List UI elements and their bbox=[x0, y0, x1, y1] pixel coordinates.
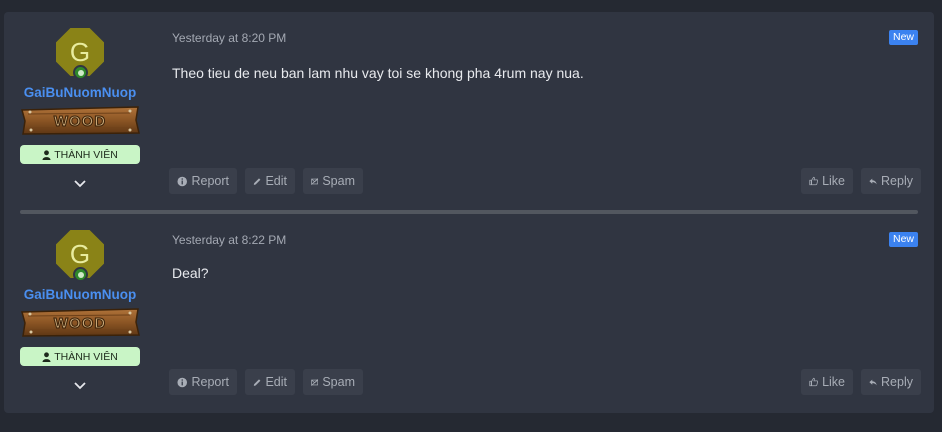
user-cell: G GaiBuNuomNuop WOOD THÀNH VIÊN bbox=[20, 214, 140, 413]
user-cell: G GaiBuNuomNuop WOOD THÀNH VIÊN bbox=[20, 12, 140, 212]
post: G GaiBuNuomNuop WOOD THÀNH VIÊN Yesterda… bbox=[4, 214, 934, 413]
pencil-icon bbox=[253, 378, 261, 386]
wood-rank-banner: WOOD bbox=[21, 308, 140, 337]
report-label: Report bbox=[191, 174, 229, 188]
reply-label: Reply bbox=[881, 375, 913, 389]
reply-label: Reply bbox=[881, 174, 913, 188]
new-badge: New bbox=[888, 232, 918, 247]
info-icon bbox=[177, 176, 187, 186]
user-icon bbox=[42, 149, 51, 160]
edit-label: Edit bbox=[265, 174, 287, 188]
role-label: THÀNH VIÊN bbox=[54, 148, 118, 161]
reply-icon bbox=[869, 379, 877, 385]
like-label: Like bbox=[822, 375, 845, 389]
edit-button[interactable]: Edit bbox=[245, 369, 295, 395]
report-button[interactable]: Report bbox=[169, 369, 237, 395]
thumbs-up-icon bbox=[809, 377, 819, 387]
spam-icon bbox=[311, 177, 319, 185]
report-label: Report bbox=[191, 375, 229, 389]
spam-icon bbox=[311, 378, 319, 386]
reply-button[interactable]: Reply bbox=[861, 369, 921, 395]
post: G GaiBuNuomNuop WOOD THÀNH VIÊN Yesterda… bbox=[4, 12, 934, 212]
post-message: Deal? bbox=[172, 265, 209, 281]
spam-label: Spam bbox=[322, 174, 355, 188]
post-message: Theo tieu de neu ban lam nhu vay toi se … bbox=[172, 65, 584, 81]
reply-icon bbox=[869, 178, 877, 184]
online-indicator-icon bbox=[73, 267, 88, 282]
report-button[interactable]: Report bbox=[169, 168, 237, 194]
role-badge: THÀNH VIÊN bbox=[20, 347, 140, 366]
edit-label: Edit bbox=[265, 375, 287, 389]
pencil-icon bbox=[253, 177, 261, 185]
rank-banner-label: WOOD bbox=[54, 315, 106, 332]
like-button[interactable]: Like bbox=[801, 369, 853, 395]
thread-posts-container: G GaiBuNuomNuop WOOD THÀNH VIÊN Yesterda… bbox=[4, 12, 934, 413]
rank-banner-label: WOOD bbox=[54, 113, 106, 130]
edit-button[interactable]: Edit bbox=[245, 168, 295, 194]
post-timestamp[interactable]: Yesterday at 8:20 PM bbox=[172, 31, 286, 45]
thumbs-up-icon bbox=[809, 176, 819, 186]
role-badge: THÀNH VIÊN bbox=[20, 145, 140, 164]
reply-button[interactable]: Reply bbox=[861, 168, 921, 194]
role-label: THÀNH VIÊN bbox=[54, 350, 118, 363]
spam-button[interactable]: Spam bbox=[303, 369, 363, 395]
chevron-down-icon[interactable] bbox=[72, 377, 88, 393]
like-button[interactable]: Like bbox=[801, 168, 853, 194]
post-timestamp[interactable]: Yesterday at 8:22 PM bbox=[172, 233, 286, 247]
new-badge: New bbox=[888, 30, 918, 45]
user-icon bbox=[42, 351, 51, 362]
online-indicator-icon bbox=[73, 65, 88, 80]
username-link[interactable]: GaiBuNuomNuop bbox=[20, 287, 140, 302]
like-label: Like bbox=[822, 174, 845, 188]
spam-label: Spam bbox=[322, 375, 355, 389]
wood-rank-banner: WOOD bbox=[21, 106, 140, 135]
spam-button[interactable]: Spam bbox=[303, 168, 363, 194]
chevron-down-icon[interactable] bbox=[72, 175, 88, 191]
info-icon bbox=[177, 377, 187, 387]
username-link[interactable]: GaiBuNuomNuop bbox=[20, 85, 140, 100]
avatar-wrapper[interactable]: G bbox=[56, 28, 104, 80]
avatar-wrapper[interactable]: G bbox=[56, 230, 104, 282]
